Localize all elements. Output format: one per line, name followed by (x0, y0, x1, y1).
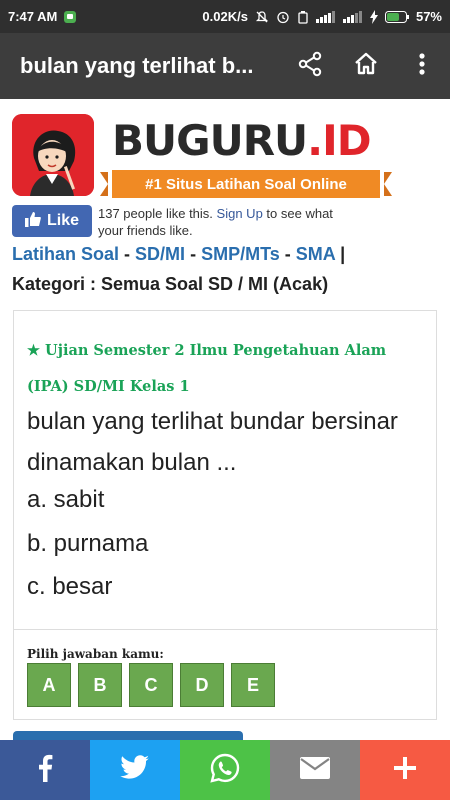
answer-button-e[interactable]: E (231, 663, 275, 707)
question-card: ★ Ujian Semester 2 Ilmu Pengetahuan Alam… (13, 310, 438, 720)
facebook-like-widget: Like 137 people like this. Sign Up to se… (12, 205, 348, 239)
option-c: c. besar (27, 573, 113, 600)
share-whatsapp-button[interactable] (180, 740, 270, 800)
like-count: 137 people like this. (98, 206, 213, 221)
email-icon (300, 756, 330, 784)
facebook-like-button[interactable]: Like (12, 205, 92, 237)
question-text: bulan yang terlihat bundar bersinar dina… (27, 408, 398, 476)
nav-link-sma[interactable]: SMA (296, 244, 335, 264)
thumbs-up-icon (24, 211, 41, 232)
card-divider (14, 629, 438, 630)
nav-link-latihan-soal[interactable]: Latihan Soal (12, 244, 119, 264)
site-header: BUGURU.ID #1 Situs Latihan Soal Online (12, 114, 392, 198)
answer-button-a[interactable]: A (27, 663, 71, 707)
more-options-button[interactable] (394, 38, 450, 94)
network-speed: 0.02K/s (202, 9, 248, 24)
answer-buttons: A B C D E (27, 663, 275, 707)
next-button-partial[interactable] (13, 731, 243, 740)
option-a: a. sabit (27, 486, 105, 513)
answer-button-c[interactable]: C (129, 663, 173, 707)
mute-icon (255, 10, 269, 24)
page-title: bulan yang terlihat b... (20, 53, 254, 78)
more-vertical-icon (418, 52, 426, 81)
share-bar (0, 740, 450, 800)
status-bar: 7:47 AM 0.02K/s 57% (0, 0, 450, 33)
charging-icon (369, 9, 378, 24)
home-icon (353, 51, 379, 82)
nav-link-sd-mi[interactable]: SD/MI (135, 244, 185, 264)
like-label: Like (46, 212, 79, 229)
battery-icon (384, 10, 409, 23)
category-label: Kategori : Semua Soal SD / MI (Acak) (12, 274, 329, 294)
subject-title[interactable]: ★ Ujian Semester 2 Ilmu Pengetahuan Alam… (27, 333, 422, 405)
notification-icon (63, 10, 77, 24)
signal-2-icon (342, 10, 363, 23)
nav-link-smp-mts[interactable]: SMP/MTs (201, 244, 280, 264)
plus-icon (394, 756, 416, 784)
facebook-icon (37, 754, 53, 787)
breadcrumb-nav: Latihan Soal - SD/MI - SMP/MTs - SMA | (12, 244, 345, 265)
share-email-button[interactable] (270, 740, 360, 800)
nav-end: | (340, 244, 346, 264)
answer-button-b[interactable]: B (78, 663, 122, 707)
alarm-icon (276, 10, 290, 24)
brand-name-text: BUGURU (112, 116, 308, 165)
signal-icon (315, 10, 336, 23)
app-bar: bulan yang terlihat b... (0, 33, 450, 99)
status-time: 7:47 AM (8, 9, 58, 24)
brand-suffix: .ID (307, 116, 371, 165)
home-button[interactable] (338, 38, 394, 94)
twitter-icon (120, 754, 150, 786)
site-logo[interactable] (12, 114, 94, 196)
nav-separator: - (124, 244, 131, 264)
teacher-mascot-icon (12, 114, 94, 196)
share-icon (297, 51, 323, 82)
share-more-button[interactable] (360, 740, 450, 800)
whatsapp-icon (210, 753, 240, 788)
like-count-text: 137 people like this. Sign Up to see wha… (98, 205, 348, 239)
brand-tagline: #1 Situs Latihan Soal Online (100, 170, 392, 198)
nav-separator: - (284, 244, 291, 264)
share-button[interactable] (282, 38, 338, 94)
option-b: b. purnama (27, 530, 149, 557)
share-twitter-button[interactable] (90, 740, 180, 800)
share-facebook-button[interactable] (0, 740, 90, 800)
battery-percent: 57% (415, 9, 442, 24)
brand-name: BUGURU.ID (112, 118, 380, 164)
answer-button-d[interactable]: D (180, 663, 224, 707)
answer-prompt: Pilih jawaban kamu: (27, 647, 164, 661)
nav-separator: - (190, 244, 197, 264)
storage-icon (297, 10, 309, 24)
signup-link[interactable]: Sign Up (217, 206, 263, 221)
web-content: BUGURU.ID #1 Situs Latihan Soal Online L… (0, 99, 450, 740)
